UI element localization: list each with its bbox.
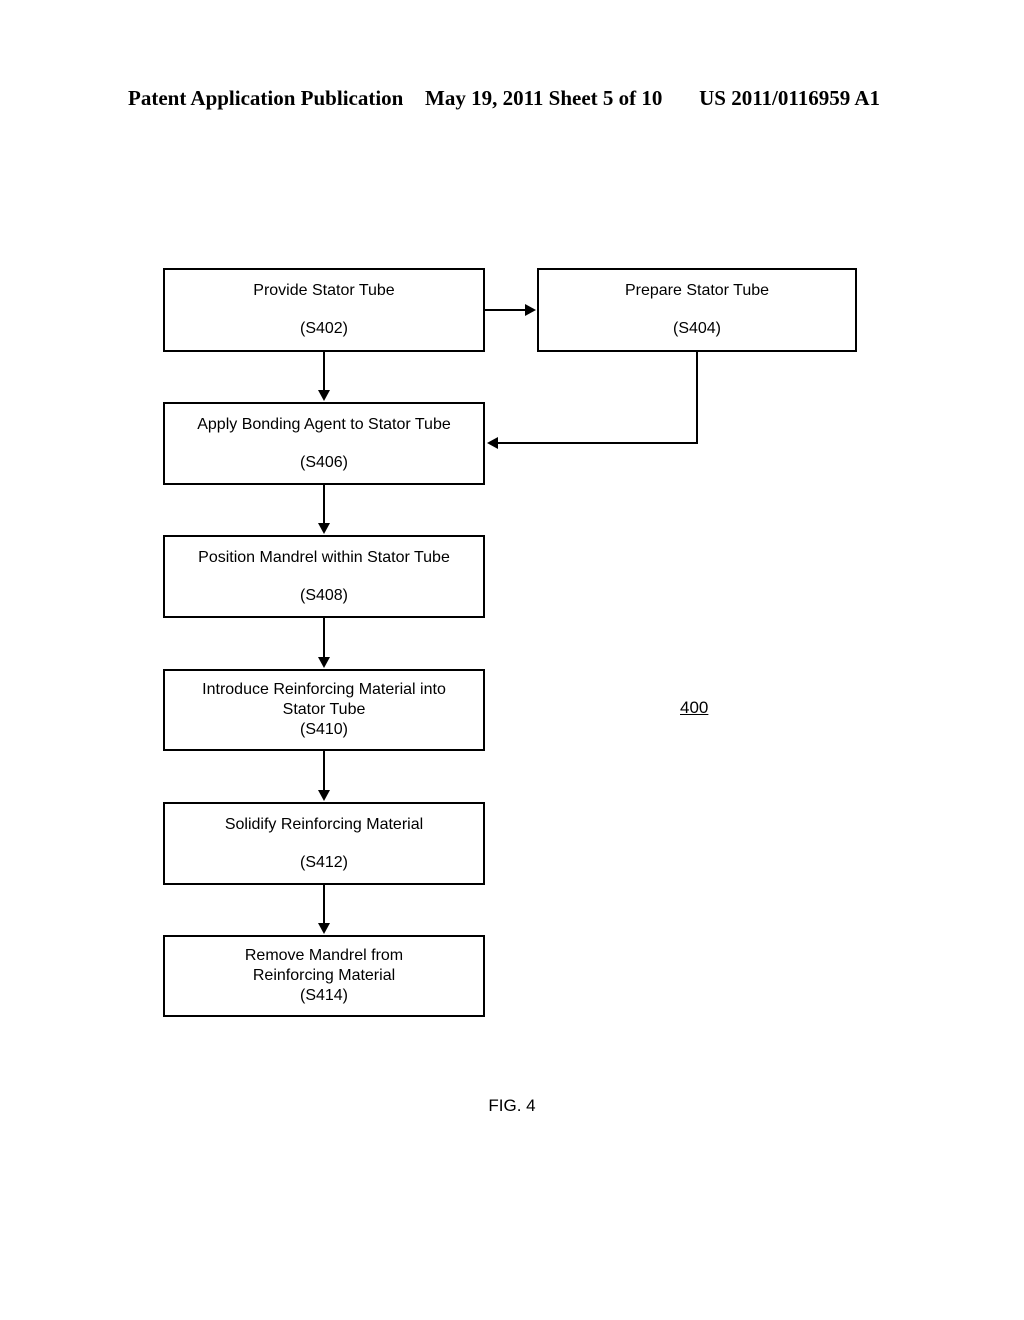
arrowhead-right-icon (525, 304, 536, 316)
connector-s408-to-s410 (323, 618, 325, 658)
flow-node-s410[interactable]: Introduce Reinforcing Material into Stat… (163, 669, 485, 751)
flow-node-s414[interactable]: Remove Mandrel from Reinforcing Material… (163, 935, 485, 1017)
flow-node-s402[interactable]: Provide Stator Tube (S402) (163, 268, 485, 352)
flow-node-s414-title: Remove Mandrel from Reinforcing Material (244, 947, 404, 984)
flow-node-s410-title: Introduce Reinforcing Material into Stat… (202, 681, 446, 718)
flow-node-s402-step: (S402) (299, 320, 349, 337)
connector-s412-to-s414 (323, 885, 325, 924)
flow-node-s402-title: Provide Stator Tube (253, 282, 395, 299)
flow-node-s412-title: Solidify Reinforcing Material (224, 815, 424, 833)
connector-s404-to-s406-horizontal (498, 442, 698, 444)
flow-node-s404-step: (S404) (672, 320, 722, 337)
flow-node-s406-title: Apply Bonding Agent to Stator Tube (197, 415, 451, 433)
arrowhead-down-icon (318, 657, 330, 668)
flow-node-s414-step: (S414) (299, 987, 349, 1004)
arrowhead-down-icon (318, 923, 330, 934)
connector-s402-to-s406 (323, 352, 325, 391)
arrowhead-down-icon (318, 523, 330, 534)
flow-node-s408-title: Position Mandrel within Stator Tube (198, 548, 450, 566)
arrowhead-left-icon (487, 437, 498, 449)
arrowhead-down-icon (318, 790, 330, 801)
flow-node-s412-step: (S412) (299, 853, 349, 871)
figure-caption: FIG. 4 (488, 1096, 536, 1115)
connector-s404-to-s406-vertical (696, 352, 698, 443)
connector-s402-to-s404 (485, 309, 528, 311)
arrowhead-down-icon (318, 390, 330, 401)
flow-node-s410-step: (S410) (299, 721, 349, 738)
flow-node-s404-title: Prepare Stator Tube (624, 282, 770, 299)
flow-node-s408[interactable]: Position Mandrel within Stator Tube (S40… (163, 535, 485, 618)
flow-node-s412[interactable]: Solidify Reinforcing Material (S412) (163, 802, 485, 885)
flow-node-s408-step: (S408) (299, 586, 349, 604)
flow-node-s404[interactable]: Prepare Stator Tube (S404) (537, 268, 857, 352)
flow-node-s406[interactable]: Apply Bonding Agent to Stator Tube (S406… (163, 402, 485, 485)
reference-numeral-400: 400 (680, 698, 709, 717)
connector-s406-to-s408 (323, 485, 325, 524)
flow-node-s406-step: (S406) (299, 453, 349, 471)
connector-s410-to-s412 (323, 751, 325, 791)
flowchart-diagram: Provide Stator Tube (S402) Prepare Stato… (0, 0, 1024, 1320)
